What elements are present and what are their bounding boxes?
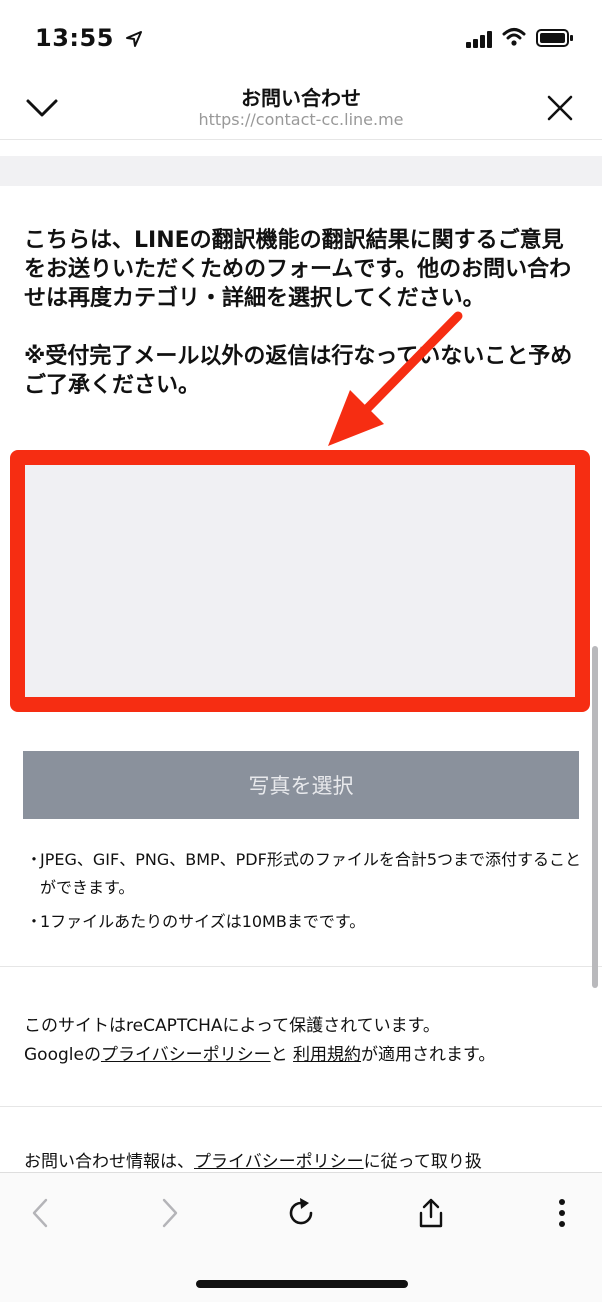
share-button[interactable] <box>409 1191 453 1235</box>
terms-of-service-link[interactable]: 利用規約 <box>293 1045 361 1065</box>
divider <box>0 966 602 967</box>
page-title: お問い合わせ <box>241 86 361 110</box>
attachment-notes: ・ JPEG、GIF、PNG、BMP、PDF形式のファイルを合計5つまで添付する… <box>26 846 586 936</box>
more-icon <box>559 1199 565 1227</box>
privacy-policy-link[interactable]: プライバシーポリシー <box>194 1152 364 1172</box>
battery-icon <box>536 29 573 47</box>
scrollbar[interactable] <box>592 646 598 988</box>
share-icon <box>419 1198 443 1228</box>
forward-icon <box>162 1198 178 1228</box>
reload-button[interactable] <box>279 1191 323 1235</box>
list-item: ・ JPEG、GIF、PNG、BMP、PDF形式のファイルを合計5つまで添付する… <box>26 850 581 897</box>
back-icon <box>32 1198 48 1228</box>
page-url: https://contact-cc.line.me <box>198 110 404 129</box>
feedback-text-area[interactable] <box>10 450 590 712</box>
wifi-icon <box>502 28 526 46</box>
section-separator <box>0 156 602 186</box>
browser-header: お問い合わせ https://contact-cc.line.me <box>0 78 602 140</box>
select-photo-button[interactable]: 写真を選択 <box>23 751 579 819</box>
back-button[interactable] <box>18 1191 62 1235</box>
home-indicator[interactable] <box>196 1280 408 1288</box>
form-description: こちらは、LINEの翻訳機能の翻訳結果に関するご意見をお送りいただくためのフォー… <box>24 226 580 400</box>
description-paragraph: こちらは、LINEの翻訳機能の翻訳結果に関するご意見をお送りいただくためのフォー… <box>24 228 572 311</box>
list-item: ・ 1ファイルあたりのサイズは10MBまでです。 <box>26 912 366 931</box>
more-button[interactable] <box>540 1191 584 1235</box>
close-button[interactable] <box>536 84 584 132</box>
privacy-policy-link[interactable]: プライバシーポリシー <box>101 1045 271 1065</box>
status-bar: 13:55 <box>0 0 602 78</box>
close-icon <box>547 95 573 121</box>
notice-paragraph: ※受付完了メール以外の返信は行なっていないこと予めご了承ください。 <box>24 344 573 398</box>
location-arrow-icon <box>125 31 142 47</box>
divider <box>0 1106 602 1107</box>
recaptcha-notice: このサイトはreCAPTCHAによって保護されています。 Googleのプライバ… <box>24 1016 496 1065</box>
cellular-signal-icon <box>466 30 494 48</box>
reload-icon <box>289 1198 313 1225</box>
forward-button[interactable] <box>148 1191 192 1235</box>
annotation-arrow-icon <box>328 311 463 446</box>
status-time: 13:55 <box>35 24 143 52</box>
